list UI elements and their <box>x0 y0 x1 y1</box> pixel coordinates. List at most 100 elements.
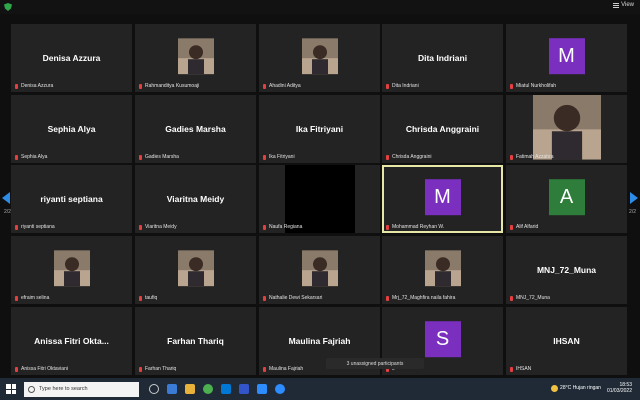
participant-tile[interactable]: Gadies Marsha Gadies Marsha <box>135 95 256 163</box>
zoom-top-bar: View <box>0 0 640 14</box>
participant-display-name: Dita Indriani <box>417 53 468 63</box>
search-icon <box>28 385 35 393</box>
mic-muted-icon <box>139 83 142 89</box>
participant-name-text: riyanti septiana <box>21 224 55 230</box>
participant-tile[interactable]: Ika Fitriyani Ika Fitriyani <box>259 95 380 163</box>
participant-name-label: Nathalie Dewi Sekarsari <box>263 295 322 301</box>
participant-name-text: Alif Alfarid <box>516 224 539 230</box>
mic-muted-icon <box>510 366 513 372</box>
participant-name-label: Viaritna Meidy <box>139 224 177 230</box>
store-icon[interactable] <box>239 384 249 394</box>
zoom-icon[interactable] <box>257 384 267 394</box>
participant-name-text: Denisa Azzura <box>21 83 54 89</box>
participant-tile[interactable]: taufiq <box>135 236 256 304</box>
mic-muted-icon <box>139 154 142 160</box>
participant-tile[interactable]: Viaritna Meidy Viaritna Meidy <box>135 165 256 233</box>
participant-name-label: Alif Alfarid <box>510 224 538 230</box>
view-button[interactable]: View <box>613 2 634 8</box>
mic-muted-icon <box>15 154 18 160</box>
participant-tile[interactable]: Fatimah Azzahra <box>506 95 627 163</box>
participant-display-name: IHSAN <box>553 336 580 346</box>
profile-photo <box>177 38 214 75</box>
participant-tile[interactable]: A Alif Alfarid <box>506 165 627 233</box>
participant-name-label: Mrj_72_Maghfira naila fahira <box>386 295 455 301</box>
participant-tile[interactable]: Farhan Thariq Farhan Thariq <box>135 307 256 375</box>
mic-muted-icon <box>510 224 513 230</box>
participant-name-text: Chrisda Anggraini <box>392 154 432 160</box>
avatar-initial: S <box>424 321 461 358</box>
participant-tile[interactable]: Naufa Regiana <box>259 165 380 233</box>
participant-tile[interactable]: IHSAN IHSAN <box>506 307 627 375</box>
participant-name-text: Mrj_72_Maghfira naila fahira <box>392 295 456 301</box>
edge-icon[interactable] <box>167 384 177 394</box>
profile-photo <box>301 250 338 287</box>
participant-name-text: IHSAN <box>516 366 532 372</box>
participant-name-text: efraim selina <box>21 295 50 301</box>
participant-tile[interactable]: Chrisda Anggraini Chrisda Anggraini <box>382 95 503 163</box>
mic-muted-icon <box>139 224 142 230</box>
zoom-meeting-icon[interactable] <box>275 384 285 394</box>
security-shield-icon[interactable] <box>4 3 12 11</box>
file-explorer-icon[interactable] <box>185 384 195 394</box>
participant-name-label: Anissa Fitri Oktaviani <box>15 366 68 372</box>
mic-muted-icon <box>263 366 266 372</box>
mic-muted-icon <box>15 366 18 372</box>
participant-tile[interactable]: Sephia Alya Sephia Alya <box>11 95 132 163</box>
mic-muted-icon <box>139 295 142 301</box>
participant-display-name: Viaritna Meidy <box>166 194 225 204</box>
unassigned-participants-notice[interactable]: 3 unassigned participants <box>326 358 424 369</box>
participant-name-text: Miatul Nurkholifah <box>516 83 557 89</box>
weather-text: 28°C Hujan ringan <box>560 385 601 391</box>
participant-tile[interactable]: M Mohammad Reyhan W. <box>382 165 503 233</box>
participant-name-text: Viaritna Meidy <box>145 224 177 230</box>
avatar-initial: M <box>548 38 585 75</box>
task-view-icon[interactable] <box>149 384 159 394</box>
participant-name-label: Fatimah Azzahra <box>510 154 554 160</box>
mic-muted-icon <box>386 154 389 160</box>
participant-display-name: Farhan Thariq <box>167 336 224 346</box>
weather-icon <box>551 384 559 392</box>
participant-tile[interactable]: efraim selina <box>11 236 132 304</box>
participant-tile[interactable]: MNJ_72_Muna MNJ_72_Muna <box>506 236 627 304</box>
participant-name-text: Ahadini Aditya <box>269 83 301 89</box>
participant-name-text: Ika Fitriyani <box>269 154 295 160</box>
mail-icon[interactable] <box>221 384 231 394</box>
participant-tile[interactable]: Rahmanditya Kusumoaji <box>135 24 256 92</box>
participant-display-name: Gadies Marsha <box>165 124 226 134</box>
participant-tile[interactable]: Denisa Azzura Denisa Azzura <box>11 24 132 92</box>
participant-name-text: Nathalie Dewi Sekarsari <box>269 295 323 301</box>
participant-name-label: Naufa Regiana <box>263 224 302 230</box>
avatar-initial: M <box>424 179 461 216</box>
participant-name-label: Rahmanditya Kusumoaji <box>139 83 199 89</box>
profile-photo <box>53 250 90 287</box>
profile-photo <box>177 250 214 287</box>
participant-name-label: Ika Fitriyani <box>263 154 295 160</box>
participant-tile[interactable]: riyanti septiana riyanti septiana <box>11 165 132 233</box>
clock[interactable]: 18:53 01/03/2022 <box>607 382 632 394</box>
gallery-view: Denisa Azzura Denisa Azzura Rahmanditya Ku… <box>0 14 640 378</box>
mic-muted-icon <box>386 224 389 230</box>
video-feed <box>285 165 355 233</box>
taskbar-search-input[interactable]: Type here to search <box>24 381 139 397</box>
participant-name-label: Miatul Nurkholifah <box>510 83 556 89</box>
participant-tile[interactable]: Nathalie Dewi Sekarsari <box>259 236 380 304</box>
participant-tile[interactable]: Ahadini Aditya <box>259 24 380 92</box>
participant-tile[interactable]: Dita Indriani Dita Indriani <box>382 24 503 92</box>
chrome-icon[interactable] <box>203 384 213 394</box>
participant-name-text: Mohammad Reyhan W. <box>392 224 445 230</box>
participant-name-text: Naufa Regiana <box>269 224 303 230</box>
mic-muted-icon <box>510 154 513 160</box>
windows-start-icon[interactable] <box>6 384 16 394</box>
participant-tile[interactable]: M Miatul Nurkholifah <box>506 24 627 92</box>
participant-name-label: Maulina Fajriah <box>263 366 303 372</box>
weather-widget[interactable]: 28°C Hujan ringan <box>551 384 601 392</box>
participant-tile[interactable]: Anissa Fitri Okta... Anissa Fitri Oktavia… <box>11 307 132 375</box>
view-label: View <box>621 2 634 8</box>
participant-name-text: Maulina Fajriah <box>269 366 304 372</box>
participant-name-label: Denisa Azzura <box>15 83 53 89</box>
next-page-arrow-icon[interactable] <box>630 192 638 204</box>
previous-page-arrow-icon[interactable] <box>2 192 10 204</box>
participant-display-name: Denisa Azzura <box>42 53 101 63</box>
mic-muted-icon <box>386 83 389 89</box>
participant-tile[interactable]: Mrj_72_Maghfira naila fahira <box>382 236 503 304</box>
